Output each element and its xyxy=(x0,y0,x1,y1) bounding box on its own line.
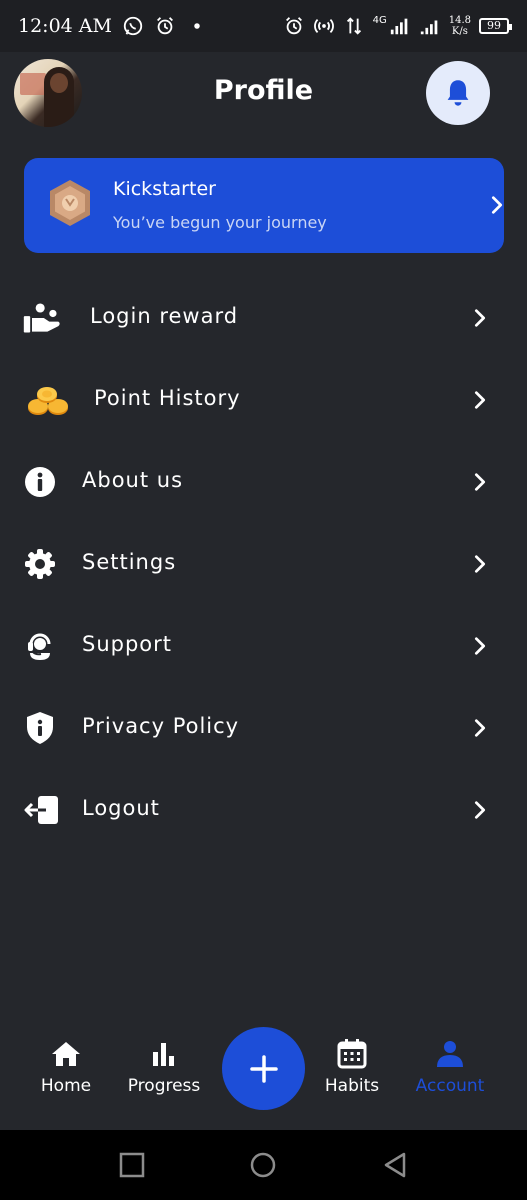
banner-title: Kickstarter xyxy=(113,178,216,200)
nav-habits[interactable]: Habits xyxy=(302,1038,402,1096)
signal-icon xyxy=(390,18,408,35)
home-icon xyxy=(52,1042,80,1066)
calendar-icon xyxy=(337,1039,367,1069)
notifications-button[interactable] xyxy=(426,61,490,125)
status-bar: 12:04 AM 4G 14.8 K/s 99 xyxy=(0,0,527,52)
menu-label-support: Support xyxy=(82,632,173,656)
data-transfer-icon xyxy=(346,17,361,35)
chevron-right-icon xyxy=(474,391,486,409)
network-speed-value: 14.8 xyxy=(448,15,471,26)
chevron-right-icon xyxy=(491,196,503,214)
banner-subtitle: You’ve begun your journey xyxy=(113,213,327,232)
battery-level: 99 xyxy=(487,19,501,32)
back-button[interactable] xyxy=(382,1152,408,1178)
nav-progress[interactable]: Progress xyxy=(114,1038,214,1096)
login-reward-icon xyxy=(22,300,62,336)
header: Profile xyxy=(0,55,527,135)
nav-home[interactable]: Home xyxy=(16,1038,116,1096)
nav-label-home: Home xyxy=(40,1076,92,1096)
menu-item-about-us[interactable]: About us xyxy=(0,451,527,513)
recents-button[interactable] xyxy=(119,1152,145,1178)
menu-label-logout: Logout xyxy=(82,796,160,820)
chevron-right-icon xyxy=(474,309,486,327)
plus-icon xyxy=(249,1054,278,1083)
signal-icon-2 xyxy=(420,20,438,35)
home-button[interactable] xyxy=(250,1152,276,1178)
status-time: 12:04 AM xyxy=(18,15,112,37)
user-icon xyxy=(437,1041,463,1067)
gear-icon xyxy=(20,546,60,582)
chevron-right-icon xyxy=(474,719,486,737)
status-left: 12:04 AM xyxy=(18,15,208,37)
menu-label-point-history: Point History xyxy=(94,386,241,410)
status-right: 4G 14.8 K/s 99 xyxy=(283,14,512,37)
kickstarter-banner[interactable]: Kickstarter You’ve begun your journey xyxy=(24,158,504,253)
network-speed: 14.8 K/s xyxy=(449,15,471,37)
info-icon xyxy=(20,464,60,500)
chevron-right-icon xyxy=(474,801,486,819)
system-nav-bar xyxy=(0,1130,527,1200)
nav-account[interactable]: Account xyxy=(400,1038,500,1096)
battery-icon: 99 xyxy=(479,18,512,34)
menu-item-point-history[interactable]: Point History xyxy=(0,369,527,431)
alarm-icon xyxy=(157,17,173,35)
chevron-right-icon xyxy=(474,473,486,491)
hotspot-icon xyxy=(313,18,334,34)
chevron-right-icon xyxy=(474,637,486,655)
nav-label-progress: Progress xyxy=(127,1076,201,1096)
menu-label-privacy-policy: Privacy Policy xyxy=(82,714,240,738)
menu-item-privacy-policy[interactable]: Privacy Policy xyxy=(0,697,527,759)
bottom-nav: Home Progress Habits Account xyxy=(0,1027,527,1130)
menu-item-logout[interactable]: Logout xyxy=(0,779,527,841)
dot-icon xyxy=(194,23,200,29)
menu-item-login-reward[interactable]: Login reward xyxy=(0,287,527,349)
bell-icon xyxy=(447,80,469,106)
network-type: 4G xyxy=(372,14,387,26)
add-button[interactable] xyxy=(222,1027,305,1110)
nav-label-account: Account xyxy=(415,1076,485,1096)
menu-item-support[interactable]: Support xyxy=(0,615,527,677)
menu-label-login-reward: Login reward xyxy=(90,304,239,328)
menu-label-settings: Settings xyxy=(82,550,177,574)
menu-label-about-us: About us xyxy=(82,468,184,492)
headset-icon xyxy=(20,628,60,664)
chevron-right-icon xyxy=(474,555,486,573)
badge-icon xyxy=(50,180,90,226)
network-speed-unit: K/s xyxy=(451,26,468,37)
nav-label-habits: Habits xyxy=(324,1076,380,1096)
menu-item-settings[interactable]: Settings xyxy=(0,533,527,595)
whatsapp-icon xyxy=(123,16,143,36)
coins-icon xyxy=(25,382,71,418)
logout-icon xyxy=(22,792,62,828)
shield-info-icon xyxy=(20,710,60,746)
bar-chart-icon xyxy=(153,1043,174,1066)
alarm-icon xyxy=(285,17,302,35)
